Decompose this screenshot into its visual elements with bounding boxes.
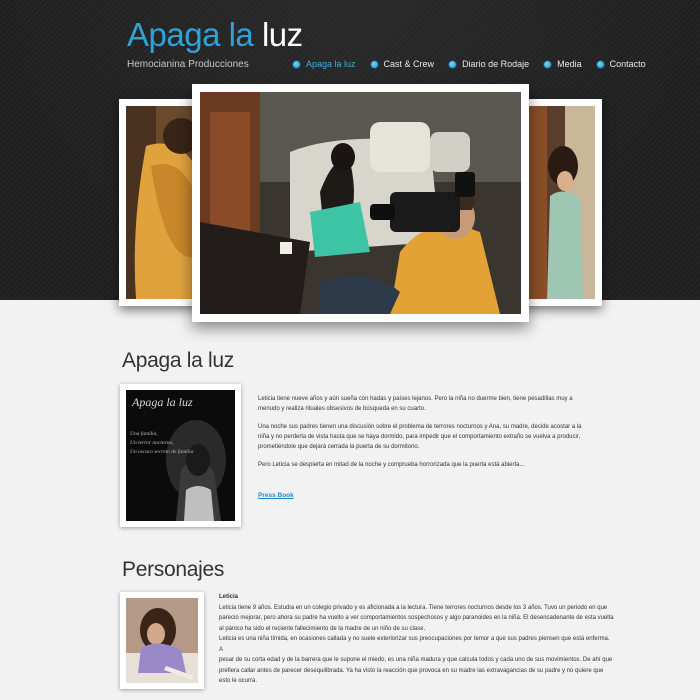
character-bio-line: Leticia es una niña tímida, en ocasiones… [219,636,610,653]
section-title-about: Apaga la luz [122,349,234,372]
logo-part1: Apaga la [127,16,254,53]
poster-title: Apaga la luz [132,395,193,409]
character-bio-line: esto le ocurra. [219,678,258,684]
synopsis-paragraph: Leticia tiene nueve años y aún sueña con… [258,396,573,412]
slider-prev-image[interactable] [119,99,203,306]
section-title-characters: Personajes [122,558,225,581]
slider-next-image[interactable] [518,99,602,306]
character-photo-graphic [126,598,198,683]
synopsis-paragraph: Pero Leticia se despierta en mitad de la… [258,462,525,468]
poster-image: Apaga la luz Una familia, Un terror noct… [126,390,235,521]
slide-photo [126,106,196,299]
character-bio-line: pareció mejorar, pero ahora su padre ha … [219,615,614,621]
poster-line: Un terror nocturno, [130,440,174,446]
character-photo [126,598,198,683]
slide-photo [525,106,595,299]
poster-line: Una familia, [130,431,158,437]
nav-item-contacto[interactable]: Contacto [596,59,646,69]
character-bio-line: prefiera callar antes de parecer desequi… [219,667,604,674]
press-book-link[interactable]: Press Book [258,492,294,499]
poster-line: Un oscuro secreto de familia [130,449,194,455]
slider-main-image[interactable] [192,84,529,322]
nav-item-diario-de-rodaje[interactable]: Diario de Rodaje [449,59,529,69]
site-logo[interactable]: Apaga la luz [127,16,303,54]
character-bio-line: pesar de su corta edad y de la barrera q… [219,657,613,663]
nav-item-label: Diario de Rodaje [462,59,530,69]
bullet-icon [370,60,378,68]
nav-item-apaga-la-luz[interactable]: Apaga la luz [293,59,356,69]
character-name: Leticia [219,594,239,600]
nav-item-label: Media [557,59,582,69]
poster-tagline: Una familia, Un terror nocturno, Un oscu… [130,430,193,457]
tagline: Hemocianina Producciones [127,59,249,70]
nav-item-label: Contacto [609,59,646,69]
main-nav: Apaga la luz Cast & Crew Diario de Rodaj… [293,59,661,69]
bullet-icon [449,60,457,68]
character-bio-line: al pánico ha sido el reciente fallecimie… [219,625,426,632]
poster-frame: Apaga la luz Una familia, Un terror noct… [120,384,241,527]
synopsis: Leticia tiene nueve años y aún sueña con… [258,394,588,478]
bullet-icon [293,60,300,68]
bullet-icon [596,60,604,68]
character-bio: Leticia Leticia tiene 9 años. Estudia en… [219,592,614,687]
nav-item-media[interactable]: Media [544,59,582,69]
nav-item-label: Apaga la luz [306,59,356,69]
character-photo-frame [120,592,204,689]
nav-item-cast-crew[interactable]: Cast & Crew [370,59,435,69]
slide-photo [200,92,521,314]
synopsis-paragraph: Una noche sus padres tienen una discusió… [258,424,582,450]
logo-part2: luz [261,16,303,53]
character-bio-line: Leticia tiene 9 años. Estudia en un cole… [219,604,608,611]
nav-item-label: Cast & Crew [383,59,435,69]
bullet-icon [544,60,552,68]
